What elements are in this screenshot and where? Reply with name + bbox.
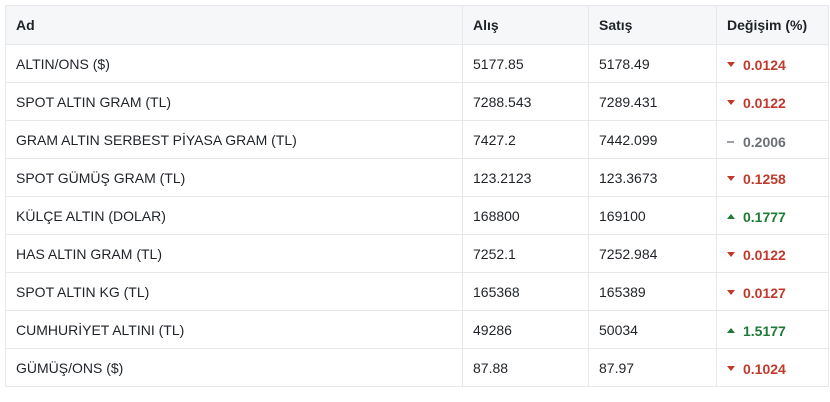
caret-down-icon	[727, 252, 735, 258]
cell-sell: 5178.49	[588, 44, 717, 83]
change-value: 0.2006	[727, 134, 786, 150]
cell-buy: 123.2123	[462, 158, 589, 197]
caret-up-icon	[727, 328, 735, 334]
header-row: Ad Alış Satış Değişim (%)	[5, 5, 829, 45]
cell-sell: 87.97	[588, 348, 717, 387]
cell-buy: 7252.1	[462, 234, 589, 273]
caret-down-icon	[727, 100, 735, 106]
column-header-name[interactable]: Ad	[5, 5, 463, 45]
cell-change: 0.2006	[716, 120, 829, 159]
cell-name: CUMHURİYET ALTINI (TL)	[5, 310, 463, 349]
cell-name: HAS ALTIN GRAM (TL)	[5, 234, 463, 273]
change-percent: 0.0124	[743, 56, 786, 73]
table-header: Ad Alış Satış Değişim (%)	[5, 5, 829, 45]
table-row[interactable]: CUMHURİYET ALTINI (TL) 49286 50034 1.5177	[5, 310, 829, 349]
cell-change: 0.1777	[716, 196, 829, 235]
cell-name: SPOT ALTIN KG (TL)	[5, 272, 463, 311]
cell-sell: 7289.431	[588, 82, 717, 121]
cell-sell: 169100	[588, 196, 717, 235]
table-row[interactable]: HAS ALTIN GRAM (TL) 7252.1 7252.984 0.0122	[5, 234, 829, 273]
cell-sell: 7442.099	[588, 120, 717, 159]
change-value: 0.1777	[727, 209, 786, 225]
table-row[interactable]: SPOT ALTIN KG (TL) 165368 165389 0.0127	[5, 272, 829, 311]
change-percent: 0.0122	[743, 94, 786, 111]
cell-name: KÜLÇE ALTIN (DOLAR)	[5, 196, 463, 235]
price-table: Ad Alış Satış Değişim (%) ALTIN/ONS ($) 5…	[5, 5, 829, 387]
cell-name: SPOT GÜMÜŞ GRAM (TL)	[5, 158, 463, 197]
column-header-change[interactable]: Değişim (%)	[716, 5, 829, 45]
cell-buy: 165368	[462, 272, 589, 311]
change-percent: 0.1777	[743, 208, 786, 225]
cell-name: GÜMÜŞ/ONS ($)	[5, 348, 463, 387]
change-value: 0.0122	[727, 95, 786, 111]
cell-change: 0.1258	[716, 158, 829, 197]
table-body: ALTIN/ONS ($) 5177.85 5178.49 0.0124 SPOT AL…	[5, 44, 829, 387]
cell-buy: 7288.543	[462, 82, 589, 121]
cell-change: 0.0127	[716, 272, 829, 311]
caret-up-icon	[727, 214, 735, 220]
caret-down-icon	[727, 290, 735, 296]
change-value: 0.1024	[727, 361, 786, 377]
cell-sell: 123.3673	[588, 158, 717, 197]
change-value: 0.0122	[727, 247, 786, 263]
cell-change: 1.5177	[716, 310, 829, 349]
dash-icon	[727, 140, 734, 143]
cell-buy: 87.88	[462, 348, 589, 387]
cell-buy: 7427.2	[462, 120, 589, 159]
change-percent: 0.0127	[743, 284, 786, 301]
price-table-container: Ad Alış Satış Değişim (%) ALTIN/ONS ($) 5…	[5, 5, 829, 387]
cell-buy: 49286	[462, 310, 589, 349]
table-row[interactable]: GRAM ALTIN SERBEST PİYASA GRAM (TL) 7427.…	[5, 120, 829, 159]
cell-change: 0.0122	[716, 234, 829, 273]
cell-name: SPOT ALTIN GRAM (TL)	[5, 82, 463, 121]
table-row[interactable]: GÜMÜŞ/ONS ($) 87.88 87.97 0.1024	[5, 348, 829, 387]
cell-buy: 168800	[462, 196, 589, 235]
table-row[interactable]: SPOT GÜMÜŞ GRAM (TL) 123.2123 123.3673 0.12…	[5, 158, 829, 197]
change-value: 0.0127	[727, 285, 786, 301]
change-value: 0.1258	[727, 171, 786, 187]
cell-sell: 165389	[588, 272, 717, 311]
change-value: 0.0124	[727, 57, 786, 73]
caret-down-icon	[727, 62, 735, 68]
cell-change: 0.0124	[716, 44, 829, 83]
cell-name: ALTIN/ONS ($)	[5, 44, 463, 83]
change-percent: 0.1258	[743, 170, 786, 187]
caret-down-icon	[727, 366, 735, 372]
change-percent: 0.1024	[743, 360, 786, 377]
column-header-sell[interactable]: Satış	[588, 5, 717, 45]
table-row[interactable]: ALTIN/ONS ($) 5177.85 5178.49 0.0124	[5, 44, 829, 83]
table-row[interactable]: KÜLÇE ALTIN (DOLAR) 168800 169100 0.1777	[5, 196, 829, 235]
caret-down-icon	[727, 176, 735, 182]
change-value: 1.5177	[727, 323, 786, 339]
change-percent: 0.2006	[743, 133, 786, 150]
cell-sell: 50034	[588, 310, 717, 349]
cell-change: 0.0122	[716, 82, 829, 121]
cell-name: GRAM ALTIN SERBEST PİYASA GRAM (TL)	[5, 120, 463, 159]
cell-change: 0.1024	[716, 348, 829, 387]
cell-sell: 7252.984	[588, 234, 717, 273]
cell-buy: 5177.85	[462, 44, 589, 83]
table-row[interactable]: SPOT ALTIN GRAM (TL) 7288.543 7289.431 0.01…	[5, 82, 829, 121]
change-percent: 0.0122	[743, 246, 786, 263]
change-percent: 1.5177	[743, 322, 786, 339]
column-header-buy[interactable]: Alış	[462, 5, 589, 45]
